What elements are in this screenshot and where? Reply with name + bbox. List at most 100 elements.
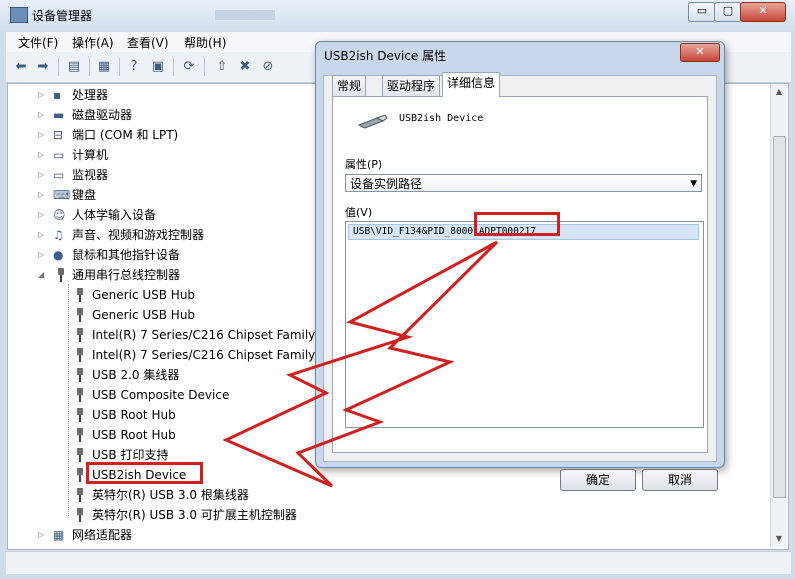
- status-bar: [6, 551, 791, 574]
- forward-icon[interactable]: ➡: [34, 58, 52, 76]
- collapsed-arrow-icon[interactable]: ▷: [38, 185, 44, 205]
- tree-item-label: 计算机: [72, 148, 109, 162]
- show-hide-icon[interactable]: ▤: [65, 58, 83, 76]
- usb-icon: [76, 388, 84, 402]
- usb-icon: [76, 368, 84, 382]
- scroll-thumb[interactable]: [773, 136, 786, 498]
- usb-icon: [57, 268, 65, 282]
- usb-icon: [76, 308, 84, 322]
- tree-item-label: USB Composite Device: [92, 388, 230, 402]
- collapsed-arrow-icon[interactable]: ▷: [38, 85, 44, 105]
- tab-driver[interactable]: 驱动程序: [382, 75, 441, 96]
- tree-item-label: Generic USB Hub: [92, 288, 196, 302]
- hid-icon: ☺: [53, 208, 66, 222]
- back-icon[interactable]: ⬅: [12, 58, 30, 76]
- tree-item-label: 英特尔(R) USB 3.0 根集线器: [92, 488, 249, 502]
- expanded-arrow-icon[interactable]: ◢: [38, 265, 44, 285]
- tree-item-label: 处理器: [72, 88, 109, 102]
- title-bar-shadow: [215, 10, 275, 20]
- scan-icon[interactable]: ⟳: [180, 58, 198, 76]
- menu-file[interactable]: 文件(F): [18, 34, 58, 51]
- property-label: 属性(P): [345, 158, 383, 171]
- menu-help[interactable]: 帮助(H): [184, 34, 226, 51]
- tree-item-label: 声音、视频和游戏控制器: [72, 228, 205, 242]
- menu-view[interactable]: 查看(V): [127, 34, 169, 51]
- collapsed-arrow-icon[interactable]: ▷: [38, 145, 44, 165]
- usb-icon: [76, 488, 84, 502]
- uninstall-icon[interactable]: ✖: [236, 58, 254, 76]
- tree-item-label: Intel(R) 7 Series/C216 Chipset Family U: [92, 328, 328, 342]
- property-select-value: 设备实例路径: [350, 177, 423, 191]
- port-icon: ⊟: [53, 128, 64, 142]
- usb-icon: [76, 468, 84, 482]
- dialog-close-button[interactable]: ✕: [680, 43, 720, 62]
- usb-icon: [76, 288, 84, 302]
- keyboard-icon: ⌨: [53, 188, 71, 202]
- help-icon[interactable]: ?: [125, 58, 143, 76]
- dialog-body: 常规 驱动程序 详细信息 USB2ish Device 属性(P) 设备实例路径…: [323, 72, 718, 491]
- network-icon: ▦: [53, 528, 65, 542]
- tree-item-label: 监视器: [72, 168, 109, 182]
- highlight-box-serial: [474, 212, 560, 236]
- device-name: USB2ish Device: [399, 113, 484, 124]
- property-select[interactable]: 设备实例路径 ▼: [345, 174, 702, 192]
- collapsed-arrow-icon[interactable]: ▷: [38, 205, 44, 225]
- window-title: 设备管理器: [32, 9, 93, 23]
- collapsed-arrow-icon[interactable]: ▷: [38, 165, 44, 185]
- processor-icon: ▪: [53, 88, 62, 102]
- menu-action[interactable]: 操作(A): [72, 34, 114, 51]
- tree-child-item[interactable]: 英特尔(R) USB 3.0 可扩展主机控制器: [8, 505, 768, 525]
- minimize-button[interactable]: ▭: [688, 2, 716, 22]
- tree-item-label: USB 2.0 集线器: [92, 368, 180, 382]
- tab-details[interactable]: 详细信息: [442, 72, 501, 97]
- tab-general[interactable]: 常规: [332, 75, 367, 96]
- scroll-up-icon[interactable]: ▲: [771, 84, 787, 100]
- value-list[interactable]: USB\VID_F134&PID_8000\ADPT000217: [345, 221, 704, 428]
- tree-item-label: 键盘: [72, 188, 97, 202]
- tree-item-label: USB Root Hub: [92, 428, 176, 442]
- usb-icon: [76, 448, 84, 462]
- mouse-icon: ●: [53, 248, 64, 262]
- close-button[interactable]: ✕: [740, 2, 786, 22]
- monitor-icon: ▭: [53, 168, 65, 182]
- usb-icon: [76, 348, 84, 362]
- cancel-button[interactable]: 取消: [642, 469, 718, 491]
- collapsed-arrow-icon[interactable]: ▷: [38, 525, 44, 545]
- usb-icon: [76, 508, 84, 522]
- maximize-button[interactable]: ▢: [714, 2, 742, 22]
- usb-icon: [76, 428, 84, 442]
- usb-device-icon: [357, 115, 387, 129]
- tree-item-label: 英特尔(R) USB 3.0 可扩展主机控制器: [92, 508, 297, 522]
- ok-button[interactable]: 确定: [560, 469, 636, 491]
- collapsed-arrow-icon[interactable]: ▷: [38, 245, 44, 265]
- properties-icon[interactable]: ▦: [95, 58, 113, 76]
- tree-item-label: Generic USB Hub: [92, 308, 196, 322]
- scroll-down-icon[interactable]: ▼: [771, 531, 787, 547]
- refresh-icon[interactable]: ▣: [149, 58, 167, 76]
- chevron-down-icon[interactable]: ▼: [690, 175, 697, 193]
- disk-icon: ▬: [53, 108, 65, 122]
- usb-icon: [76, 408, 84, 422]
- vertical-scrollbar[interactable]: ▲ ▼: [770, 84, 787, 547]
- usb-icon: [76, 328, 84, 342]
- details-pane: USB2ish Device 属性(P) 设备实例路径 ▼ 值(V) USB\V…: [332, 96, 708, 453]
- collapsed-arrow-icon[interactable]: ▷: [38, 125, 44, 145]
- tree-category-item[interactable]: ▷ ▦ 网络适配器: [8, 525, 768, 545]
- tree-item-label: 通用串行总线控制器: [72, 268, 181, 282]
- tree-item-label: 鼠标和其他指针设备: [72, 248, 181, 262]
- value-label: 值(V): [345, 206, 373, 219]
- tree-item-label: 磁盘驱动器: [72, 108, 133, 122]
- computer-icon: ▭: [53, 148, 65, 162]
- tree-item-label: 人体学输入设备: [72, 208, 157, 222]
- tree-item-label: Intel(R) 7 Series/C216 Chipset Family U: [92, 348, 328, 362]
- collapsed-arrow-icon[interactable]: ▷: [38, 225, 44, 245]
- title-bar[interactable]: 设备管理器 ▭ ▢ ✕: [0, 0, 795, 30]
- tree-item-label: 网络适配器: [72, 528, 133, 542]
- tree-item-label: USB Root Hub: [92, 408, 176, 422]
- tree-connector-line: [68, 284, 69, 516]
- tree-item-label: 端口 (COM 和 LPT): [72, 128, 179, 142]
- sound-icon: ♫: [53, 228, 64, 242]
- disable-icon[interactable]: ⊘: [259, 58, 277, 76]
- collapsed-arrow-icon[interactable]: ▷: [38, 105, 44, 125]
- update-driver-icon[interactable]: ⇧: [213, 58, 231, 76]
